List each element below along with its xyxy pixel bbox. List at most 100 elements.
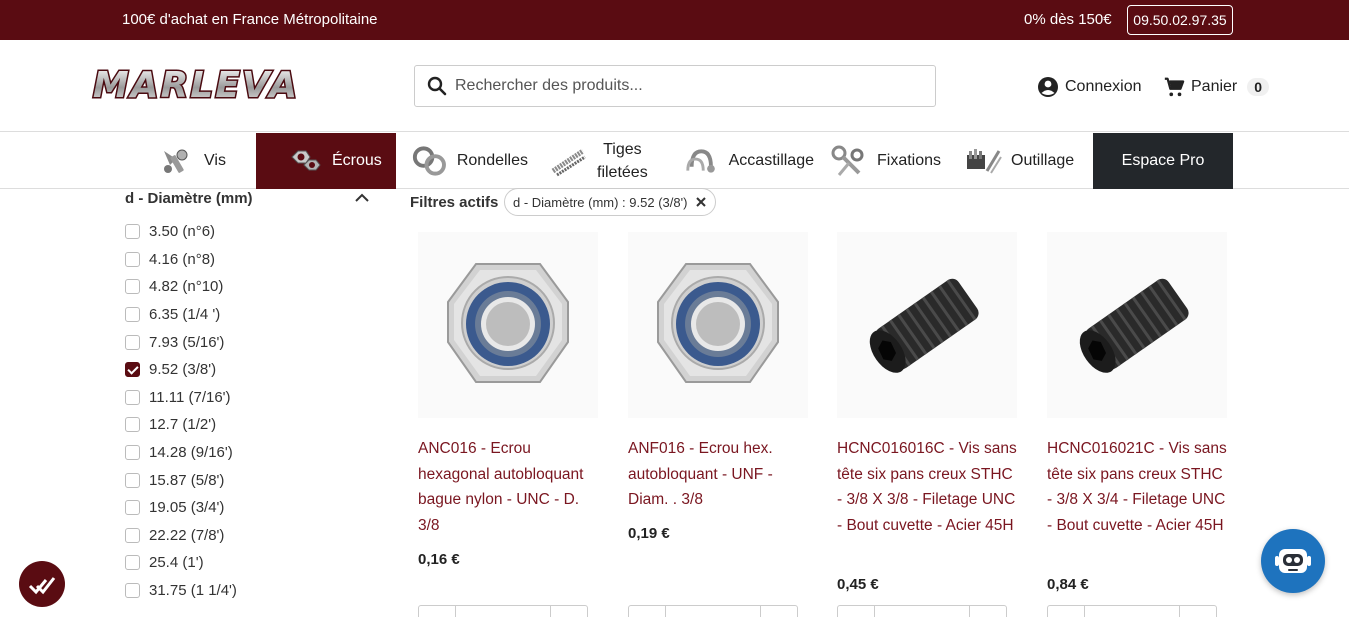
quantity-stepper[interactable] bbox=[1047, 605, 1217, 617]
checkbox[interactable] bbox=[125, 527, 140, 543]
checkbox[interactable] bbox=[125, 445, 140, 461]
product-card[interactable]: HCNC016021C - Vis sans tête six pans cre… bbox=[1047, 232, 1227, 617]
active-filters-label: Filtres actifs bbox=[410, 194, 499, 211]
svg-text:MARLEVA: MARLEVA bbox=[93, 65, 299, 106]
active-filter-chip[interactable]: d - Diamètre (mm) : 9.52 (3/8') bbox=[504, 188, 717, 216]
site-logo[interactable]: MARLEVA bbox=[88, 62, 304, 108]
facet-option[interactable]: 15.87 (5/8') bbox=[125, 466, 375, 494]
product-title-link[interactable]: HCNC016016C - Vis sans tête six pans cre… bbox=[837, 436, 1017, 539]
decrement-button[interactable] bbox=[838, 606, 875, 617]
cart-link[interactable]: Panier 0 bbox=[1163, 75, 1270, 99]
product-card[interactable]: ANC016 - Ecrou hexagonal autobloquant ba… bbox=[418, 232, 598, 617]
product-card[interactable]: ANF016 - Ecrou hex. autobloquant - UNF -… bbox=[628, 232, 808, 617]
nav-item-ecrous[interactable]: Écrous bbox=[256, 133, 396, 189]
checkbox[interactable] bbox=[125, 224, 140, 240]
product-image-nut[interactable] bbox=[418, 232, 598, 418]
increment-button[interactable] bbox=[760, 606, 797, 617]
facet-option[interactable]: 25.4 (1') bbox=[125, 549, 375, 577]
facet-option[interactable]: 6.35 (1/4 ') bbox=[125, 301, 375, 329]
checkbox[interactable] bbox=[125, 389, 140, 405]
close-icon[interactable] bbox=[695, 196, 707, 208]
checkbox[interactable] bbox=[125, 251, 140, 267]
chevron-up-icon[interactable] bbox=[354, 190, 370, 206]
decrement-button[interactable] bbox=[419, 606, 456, 617]
facet-option-label: 4.16 (n°8) bbox=[149, 250, 216, 268]
site-header: MARLEVA Connexion Panier 0 bbox=[0, 40, 1349, 132]
facet-option[interactable]: 7.93 (5/16') bbox=[125, 328, 375, 356]
checkbox[interactable] bbox=[125, 472, 140, 488]
search-bar[interactable] bbox=[414, 65, 936, 107]
facet-option[interactable]: 31.75 (1 1/4') bbox=[125, 577, 375, 605]
quantity-stepper[interactable] bbox=[837, 605, 1007, 617]
nav-item-vis[interactable]: Vis bbox=[156, 133, 254, 189]
facet-option-label: 19.05 (3/4') bbox=[149, 499, 225, 517]
product-title-link[interactable]: HCNC016021C - Vis sans tête six pans cre… bbox=[1047, 436, 1227, 539]
decrement-button[interactable] bbox=[629, 606, 666, 617]
quantity-stepper[interactable] bbox=[418, 605, 588, 617]
increment-button[interactable] bbox=[969, 606, 1006, 617]
nav-label: Accastillage bbox=[728, 152, 814, 169]
checkbox[interactable] bbox=[125, 307, 140, 323]
screws-icon bbox=[164, 149, 188, 173]
nav-item-accastillage[interactable]: Accastillage bbox=[682, 133, 814, 189]
checkbox-checked[interactable] bbox=[125, 362, 140, 378]
facet-option[interactable]: 3.50 (n°6) bbox=[125, 218, 375, 246]
promo-discount-text: 0% dès 150€ bbox=[1024, 11, 1112, 28]
product-image-set-screw[interactable] bbox=[1047, 232, 1227, 418]
nav-label: Outillage bbox=[1011, 152, 1075, 169]
user-account-icon bbox=[1038, 77, 1058, 97]
facet-option[interactable]: 4.16 (n°8) bbox=[125, 246, 375, 274]
login-link[interactable]: Connexion bbox=[1037, 75, 1142, 99]
top-promo-bar: 100€ d'achat en France Métropolitaine 0%… bbox=[0, 0, 1349, 40]
nuts-icon bbox=[291, 150, 321, 171]
facet-option[interactable]: 19.05 (3/4') bbox=[125, 494, 375, 522]
increment-button[interactable] bbox=[550, 606, 587, 617]
product-image-nut[interactable] bbox=[628, 232, 808, 418]
nav-item-fixations[interactable]: Fixations bbox=[829, 133, 943, 189]
checkbox[interactable] bbox=[125, 500, 140, 516]
facet-title[interactable]: d - Diamètre (mm) bbox=[125, 190, 253, 207]
facet-option-label: 7.93 (5/16') bbox=[149, 333, 225, 351]
facet-option-label: 15.87 (5/8') bbox=[149, 471, 225, 489]
cart-label: Panier bbox=[1191, 78, 1238, 95]
cart-count-badge: 0 bbox=[1247, 78, 1270, 96]
checkbox[interactable] bbox=[125, 417, 140, 433]
checkbox[interactable] bbox=[125, 555, 140, 571]
product-image-set-screw[interactable] bbox=[837, 232, 1017, 418]
facet-option[interactable]: 4.82 (n°10) bbox=[125, 273, 375, 301]
quantity-stepper[interactable] bbox=[628, 605, 798, 617]
nav-item-tiges-filetees[interactable]: Tiges filetées bbox=[549, 133, 663, 189]
product-price: 0,84 € bbox=[1047, 576, 1089, 593]
search-input[interactable] bbox=[455, 67, 925, 105]
decrement-button[interactable] bbox=[1048, 606, 1085, 617]
facet-option[interactable]: 22.22 (7/8') bbox=[125, 522, 375, 550]
fixings-icon bbox=[831, 145, 864, 176]
nav-item-outillage[interactable]: Outillage bbox=[963, 133, 1085, 189]
product-title-link[interactable]: ANC016 - Ecrou hexagonal autobloquant ba… bbox=[418, 436, 598, 539]
nav-item-espace-pro[interactable]: Espace Pro bbox=[1093, 133, 1233, 189]
tools-icon bbox=[967, 149, 1002, 174]
nav-label-line2: filetées bbox=[597, 164, 648, 181]
product-card[interactable]: HCNC016016C - Vis sans tête six pans cre… bbox=[837, 232, 1017, 617]
facet-option[interactable]: 9.52 (3/8') bbox=[125, 356, 375, 384]
phone-button[interactable]: 09.50.02.97.35 bbox=[1127, 5, 1233, 35]
facet-option[interactable]: 12.7 (1/2') bbox=[125, 411, 375, 439]
facet-option-label: 22.22 (7/8') bbox=[149, 526, 225, 544]
facet-option-label: 11.11 (7/16') bbox=[149, 388, 231, 406]
nav-item-rondelles[interactable]: Rondelles bbox=[410, 133, 528, 189]
checkbox[interactable] bbox=[125, 279, 140, 295]
cookie-consent-button[interactable] bbox=[19, 561, 65, 607]
facet-option-label: 3.50 (n°6) bbox=[149, 223, 216, 241]
chatbot-button[interactable] bbox=[1261, 529, 1325, 593]
product-title-link[interactable]: ANF016 - Ecrou hex. autobloquant - UNF -… bbox=[628, 436, 808, 513]
main-category-nav: Vis Écrous Rondelles Tiges filetées Acca… bbox=[0, 133, 1349, 189]
increment-button[interactable] bbox=[1179, 606, 1216, 617]
facet-option-label: 4.82 (n°10) bbox=[149, 278, 224, 296]
facet-option[interactable]: 11.11 (7/16') bbox=[125, 384, 375, 412]
nav-label: Rondelles bbox=[456, 152, 528, 169]
checkbox[interactable] bbox=[125, 334, 140, 350]
facet-option[interactable]: 14.28 (9/16') bbox=[125, 439, 375, 467]
nav-label: Vis bbox=[204, 152, 226, 169]
checkbox[interactable] bbox=[125, 583, 140, 599]
nav-label-multiline: Tiges filetées bbox=[597, 138, 648, 184]
